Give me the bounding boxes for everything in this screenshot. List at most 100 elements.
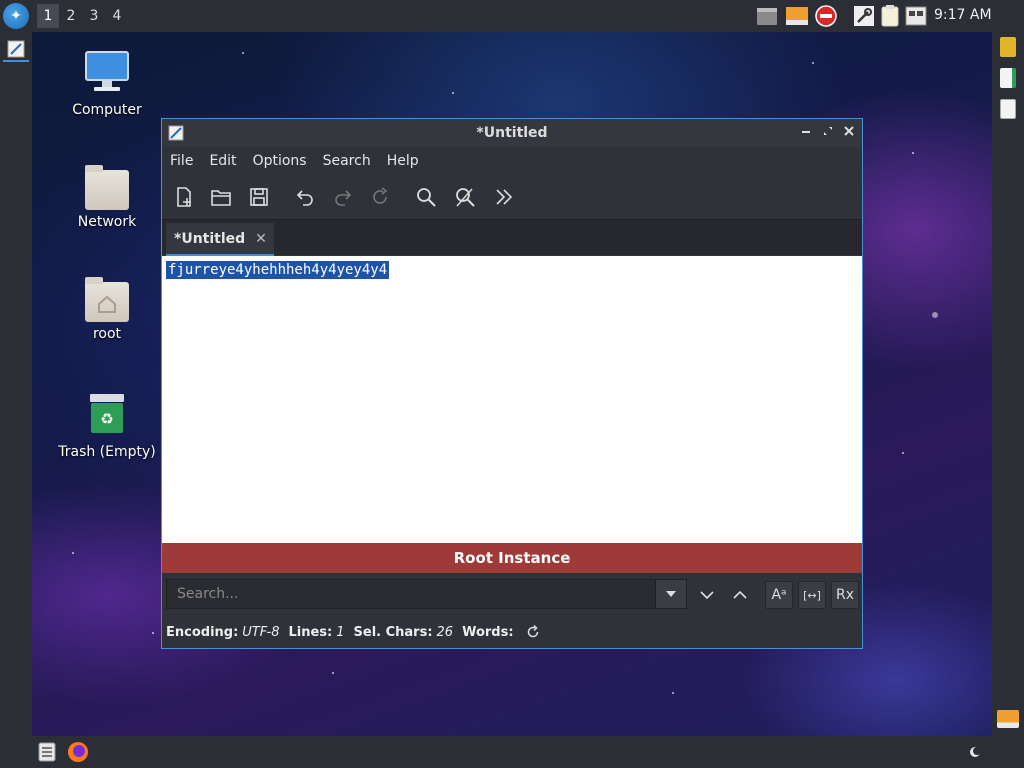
chevron-down-icon [666,591,676,597]
right-panel [992,32,1024,736]
menu-search[interactable]: Search [323,153,371,169]
star [332,672,334,674]
desktop-icon-label: root [92,326,122,342]
svg-text:♻: ♻ [100,410,113,428]
tab-untitled[interactable]: *Untitled ✕ [166,223,274,256]
encoding-label: Encoding: [166,624,239,640]
reload-button[interactable] [366,183,394,211]
trash-icon: ♻ [90,394,124,433]
network-tool-icon[interactable] [852,4,876,28]
clock[interactable]: 9:17 AM [934,7,992,23]
folder-icon [85,165,129,210]
undo-button[interactable] [291,183,319,211]
night-mode-icon[interactable] [966,743,984,761]
top-panel: ✦ 1 2 3 4 9:17 AM [0,0,1024,32]
storage-drive-icon[interactable] [997,710,1019,728]
desktop-icon-network[interactable]: Network [52,165,162,230]
new-file-button[interactable] [170,183,198,211]
workspace-2[interactable]: 2 [60,4,82,28]
tab-close-icon[interactable]: ✕ [255,231,267,247]
go-to-line-button[interactable] [490,183,518,211]
clipboard-icon[interactable] [878,4,902,28]
find-previous-button[interactable] [726,581,754,609]
no-entry-icon[interactable] [814,4,838,28]
regex-button[interactable]: Rx [831,581,859,609]
desktop-icon-label: Network [77,214,137,230]
find-button[interactable] [412,183,440,211]
menu-file[interactable]: File [170,153,193,169]
root-instance-banner: Root Instance [162,543,862,573]
tab-bar: *Untitled ✕ [162,219,862,256]
menu-edit[interactable]: Edit [209,153,236,169]
desktop-icon-label: Computer [72,102,142,118]
words-label: Words: [462,624,514,640]
home-icon [98,295,116,313]
search-history-dropdown[interactable] [655,579,687,609]
maximize-button[interactable] [820,124,836,140]
selected-text[interactable]: fjurreye4yhehhheh4y4yey4y4 [166,261,390,279]
file-manager-icon[interactable] [38,742,56,762]
toolbar [162,177,862,217]
selected-chars-label: Sel. Chars: [353,624,433,640]
search-bar: Aᵃ [↔] Rx [162,575,862,615]
maximize-icon [824,127,832,135]
text-editor-window: *Untitled File Edit Options Search Help [161,118,863,649]
redo-button[interactable] [329,183,357,211]
app-menu-button[interactable]: ✦ [3,3,29,29]
chevron-down-icon [700,591,714,600]
star [812,62,814,64]
taskbar-item-text-editor[interactable] [3,38,29,62]
close-icon [844,126,854,136]
bottom-panel [0,736,1024,768]
open-file-button[interactable] [207,183,235,211]
star [672,692,674,694]
lines-value: 1 [336,624,345,640]
star [152,632,154,634]
workspace-1[interactable]: 1 [37,4,59,28]
left-panel [0,32,32,736]
computer-icon [85,51,129,91]
text-editor-area[interactable]: fjurreye4yhehhheh4y4yey4y4 [162,256,862,543]
math-formula-icon[interactable] [1000,99,1016,119]
find-next-button[interactable] [693,581,721,609]
search-input[interactable] [166,579,656,609]
star [902,452,904,454]
undo-icon [296,190,313,206]
hardware-info-icon[interactable] [904,4,928,28]
minimize-button[interactable] [798,124,814,140]
desktop-icon-trash[interactable]: ♻ Trash (Empty) [52,392,162,460]
menu-options[interactable]: Options [253,153,307,169]
workspace-4[interactable]: 4 [106,4,128,28]
window-titlebar[interactable]: *Untitled [162,119,862,147]
menu-help[interactable]: Help [387,153,419,169]
find-replace-icon [456,188,475,207]
refresh-word-count-button[interactable] [526,625,540,639]
spreadsheet-icon[interactable] [1000,68,1016,88]
text-editor-icon [7,40,25,58]
redo-icon [335,190,352,206]
qt-designer-icon[interactable] [1000,37,1016,57]
distro-logo-icon: ✦ [10,8,22,24]
desktop-icon-label: Trash (Empty) [58,444,156,460]
storage-drive-icon[interactable] [785,4,809,28]
save-button[interactable] [245,183,273,211]
close-button[interactable] [841,124,857,140]
firefox-icon[interactable] [67,741,89,763]
status-bar: Encoding: UTF-8 Lines: 1 Sel. Chars: 26 … [162,617,862,647]
search-icon [417,188,436,207]
selected-chars-value: 26 [436,624,454,640]
find-replace-button[interactable] [451,183,479,211]
desktop-icon-computer[interactable]: Computer [52,50,162,118]
window-title: *Untitled [476,125,548,141]
match-case-button[interactable]: Aᵃ [765,581,793,609]
desktop-icon-root[interactable]: root [52,277,162,342]
star [242,52,244,54]
workspace-3[interactable]: 3 [83,4,105,28]
chevron-up-icon [733,590,747,599]
whole-word-button[interactable]: [↔] [798,581,826,609]
minimize-icon [802,131,810,133]
calendar-icon[interactable] [755,4,779,28]
reload-icon [373,187,388,204]
encoding-value: UTF-8 [242,624,280,640]
folder-open-icon [211,190,231,206]
